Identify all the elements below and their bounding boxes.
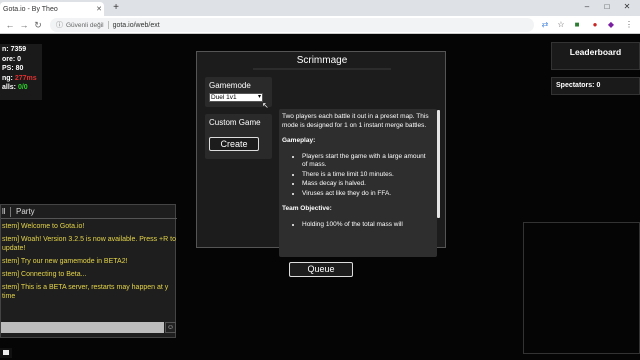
chat-message: stem] This is a BETA server, restarts ma… [2, 284, 169, 300]
url-input[interactable]: ⓘ Güvenli değil gota.io/web/ext [50, 18, 534, 32]
stat-line: ng: 277ms [2, 74, 37, 82]
chat-message: stem] Woah! Version 3.2.5 is now availab… [2, 236, 176, 252]
gamemode-select[interactable]: Duel 1v1 ▾ [209, 93, 263, 102]
info-icon[interactable]: ⓘ [56, 20, 63, 30]
gameplay-list: Players start the game with a large amou… [282, 153, 432, 199]
tab-close-icon[interactable]: ✕ [94, 5, 104, 13]
leaderboard: Leaderboard [551, 42, 640, 70]
url-text: gota.io/web/ext [112, 21, 160, 29]
profile-icon[interactable]: ● [590, 20, 600, 30]
objective-list: Holding 100% of the total mass will [282, 221, 432, 230]
gameplay-heading: Gameplay: [282, 137, 316, 144]
stat-score: n: 7359 [2, 46, 27, 53]
list-item: There is a time limit 10 minutes. [302, 171, 432, 180]
account-icon[interactable]: ◆ [606, 20, 616, 30]
minimize-icon[interactable]: – [580, 2, 594, 11]
tab-party[interactable]: Party [16, 207, 35, 216]
create-button[interactable]: Create [209, 137, 259, 151]
objective-heading: Team Objective: [282, 205, 332, 212]
forward-icon[interactable]: → [18, 20, 30, 30]
spectators-count: Spectators: 0 [551, 77, 640, 95]
list-item: Players start the game with a large amou… [302, 153, 432, 170]
omnibox-divider [107, 21, 109, 29]
gamemode-value: Duel 1v1 [211, 94, 237, 101]
gamemode-label: Gamemode [209, 81, 251, 90]
list-item: Holding 100% of the total mass will [302, 221, 432, 230]
list-item: Viruses act like they do in FFA. [302, 190, 432, 199]
address-bar: ← → ↻ ⓘ Güvenli değil gota.io/web/ext ⇄ … [0, 16, 640, 34]
chevron-down-icon: ▾ [257, 94, 261, 100]
back-icon[interactable]: ← [4, 20, 16, 30]
list-item: Mass decay is halved. [302, 180, 432, 189]
translate-icon[interactable]: ⇄ [540, 20, 550, 30]
browser-tab-bar: Gota.io - By Theo ✕ + – □ ✕ [0, 0, 640, 16]
toggle-button[interactable] [0, 348, 12, 358]
square-icon [3, 350, 9, 355]
browser-tab[interactable]: Gota.io - By Theo ✕ [0, 2, 104, 16]
scrimmage-modal: Scrimmage Gamemode Duel 1v1 ▾ ↖ Custom G… [196, 51, 446, 257]
new-tab-button[interactable]: + [110, 3, 122, 14]
leaderboard-title: Leaderboard [569, 47, 622, 57]
emoji-icon[interactable]: ☺ [165, 322, 176, 333]
chat-tabs: ll Party [1, 205, 177, 219]
mode-description-content: Two players each battle it out in a pres… [282, 113, 432, 236]
maximize-icon[interactable]: □ [600, 2, 614, 11]
gamemode-box: Gamemode Duel 1v1 ▾ ↖ [205, 77, 272, 110]
menu-icon[interactable]: ⋮ [624, 20, 634, 30]
minimap [523, 222, 640, 354]
chat-message: stem] Try our new gamemode in BETA2! [2, 258, 128, 265]
mode-description[interactable]: Two players each battle it out in a pres… [279, 109, 437, 257]
stat-line: ore: 0 [2, 55, 22, 63]
title-divider [253, 68, 391, 70]
chat-tab-divider [10, 207, 11, 217]
chat-message: stem] Welcome to Gota.io! [2, 223, 85, 230]
mouse-cursor-icon: ↖ [262, 101, 269, 110]
chat-messages: stem] Welcome to Gota.io! stem] Woah! Ve… [1, 222, 176, 305]
reload-icon[interactable]: ↻ [32, 20, 44, 31]
queue-button[interactable]: Queue [289, 262, 353, 277]
chat-panel: ll Party stem] Welcome to Gota.io! stem]… [0, 204, 177, 338]
custom-game-label: Custom Game [209, 118, 261, 127]
modal-title: Scrimmage [296, 55, 348, 66]
custom-game-box: Custom Game Create [205, 114, 272, 159]
extension-icon[interactable]: ■ [572, 20, 582, 30]
chat-input[interactable] [1, 322, 164, 333]
description-scrollbar[interactable] [437, 110, 440, 218]
mode-intro: Two players each battle it out in a pres… [282, 113, 429, 129]
tab-title: Gota.io - By Theo [3, 5, 58, 13]
tab-all[interactable]: ll [2, 207, 6, 216]
star-icon[interactable]: ☆ [556, 20, 566, 30]
insecure-label: Güvenli değil [66, 21, 104, 29]
close-window-icon[interactable]: ✕ [620, 2, 634, 11]
stats-panel: n: 7359 ore: 0 PS: 80 ng: 277ms alls: 0/… [0, 44, 42, 100]
stat-line: alls: 0/0 [2, 84, 28, 91]
stat-line: PS: 80 [2, 65, 24, 72]
chat-message: stem] Connecting to Beta... [2, 271, 87, 278]
